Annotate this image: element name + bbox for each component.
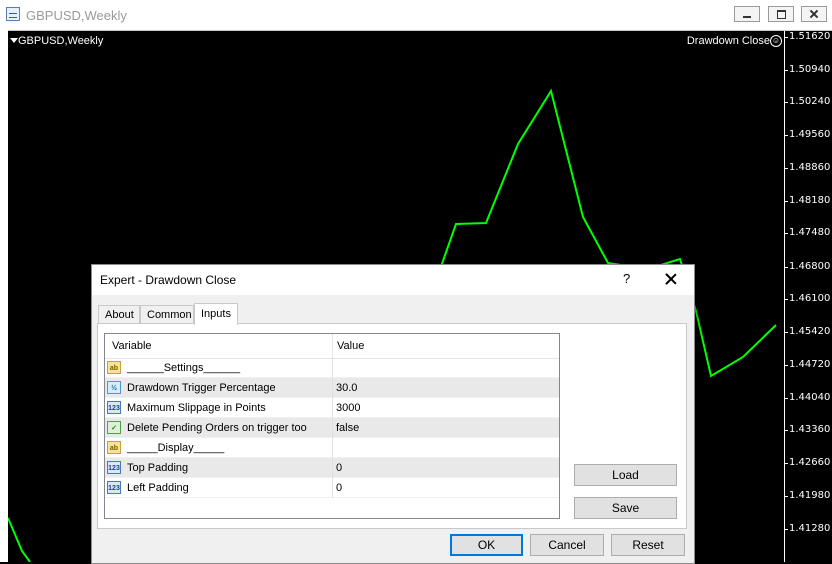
- minimize-button[interactable]: [734, 6, 760, 22]
- dialog-close-icon[interactable]: [663, 271, 679, 287]
- row-value[interactable]: false: [336, 422, 359, 434]
- table-row[interactable]: 123 Maximum Slippage in Points 3000: [105, 398, 559, 418]
- column-divider[interactable]: [332, 334, 333, 358]
- price-tick: 1.41980: [783, 490, 831, 501]
- bool-icon: ✓: [107, 421, 121, 434]
- expert-properties-dialog: Expert - Drawdown Close ? About Common I…: [91, 264, 695, 564]
- cancel-button[interactable]: Cancel: [530, 534, 604, 556]
- table-row[interactable]: 123 Left Padding 0: [105, 478, 559, 498]
- cell-divider: [332, 378, 333, 398]
- price-tick: 1.45420: [783, 326, 831, 337]
- ab-string-icon: ab: [107, 441, 121, 454]
- table-row[interactable]: ab _____Display_____: [105, 438, 559, 458]
- price-tick: 1.42660: [783, 457, 831, 468]
- cell-divider: [332, 398, 333, 418]
- price-tick: 1.50240: [783, 96, 831, 107]
- row-variable: _____Display_____: [127, 442, 225, 454]
- cell-divider: [332, 418, 333, 438]
- table-row[interactable]: ✓ Delete Pending Orders on trigger too f…: [105, 418, 559, 438]
- row-value[interactable]: 0: [336, 482, 342, 494]
- maximize-button[interactable]: [768, 6, 794, 22]
- window-title: GBPUSD,Weekly: [26, 8, 127, 23]
- inputs-grid[interactable]: Variable Value ab ______Settings______ ½…: [104, 333, 560, 519]
- save-button[interactable]: Save: [574, 497, 677, 519]
- price-tick: 1.47480: [783, 227, 831, 238]
- tab-common[interactable]: Common: [140, 305, 194, 323]
- table-row[interactable]: ab ______Settings______: [105, 358, 559, 378]
- price-tick: 1.50940: [783, 64, 831, 75]
- int-icon: 123: [107, 481, 121, 494]
- load-button[interactable]: Load: [574, 464, 677, 486]
- chart-window-icon: [6, 7, 20, 21]
- double-icon: ½: [107, 381, 121, 394]
- table-row[interactable]: 123 Top Padding 0: [105, 458, 559, 478]
- row-variable: Maximum Slippage in Points: [127, 402, 266, 414]
- reset-button[interactable]: Reset: [611, 534, 685, 556]
- cell-divider: [332, 438, 333, 458]
- price-tick: 1.44040: [783, 392, 831, 403]
- table-row[interactable]: ½ Drawdown Trigger Percentage 30.0: [105, 378, 559, 398]
- row-variable: Top Padding: [127, 462, 189, 474]
- ab-string-icon: ab: [107, 361, 121, 374]
- price-axis[interactable]: 1.51620 1.50940 1.50240 1.49560 1.48860 …: [783, 31, 832, 562]
- price-tick: 1.41280: [783, 523, 831, 534]
- price-tick: 1.48860: [783, 162, 831, 173]
- tab-about[interactable]: About: [98, 305, 140, 323]
- chart-left-border: [0, 30, 8, 562]
- int-icon: 123: [107, 461, 121, 474]
- column-header-value[interactable]: Value: [337, 340, 364, 352]
- price-tick: 1.49560: [783, 129, 831, 140]
- row-variable: ______Settings______: [127, 362, 241, 374]
- row-variable: Left Padding: [127, 482, 189, 494]
- price-tick: 1.44720: [783, 359, 831, 370]
- price-line: [8, 517, 31, 562]
- help-button[interactable]: ?: [623, 271, 630, 286]
- window-titlebar[interactable]: GBPUSD,Weekly: [0, 0, 832, 31]
- row-variable: Drawdown Trigger Percentage: [127, 382, 276, 394]
- price-tick: 1.51620: [783, 31, 831, 42]
- cell-divider: [332, 458, 333, 478]
- row-value[interactable]: 30.0: [336, 382, 357, 394]
- price-tick: 1.43360: [783, 424, 831, 435]
- price-tick: 1.48180: [783, 195, 831, 206]
- price-tick: 1.46100: [783, 293, 831, 304]
- dialog-title: Expert - Drawdown Close: [100, 273, 237, 287]
- grid-header: Variable Value: [105, 334, 559, 359]
- cell-divider: [332, 358, 333, 378]
- column-header-variable[interactable]: Variable: [112, 340, 152, 352]
- row-value[interactable]: 0: [336, 462, 342, 474]
- dialog-body: About Common Inputs Variable Value ab __…: [92, 295, 694, 563]
- row-value[interactable]: 3000: [336, 402, 360, 414]
- close-window-button[interactable]: [801, 6, 827, 22]
- ok-button[interactable]: OK: [450, 534, 523, 556]
- int-icon: 123: [107, 401, 121, 414]
- row-variable: Delete Pending Orders on trigger too: [127, 422, 307, 434]
- price-tick: 1.46800: [783, 261, 831, 272]
- tab-inputs[interactable]: Inputs: [194, 303, 238, 325]
- cell-divider: [332, 478, 333, 498]
